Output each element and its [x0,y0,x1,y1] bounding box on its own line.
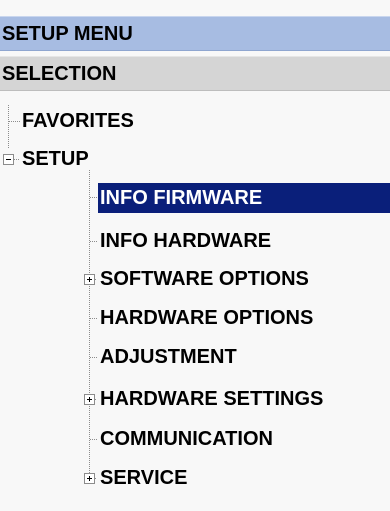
tree-item-software-options[interactable]: SOFTWARE OPTIONS [98,264,314,294]
plus-box-icon[interactable] [84,473,95,484]
minus-box-icon[interactable] [3,154,14,165]
setup-menu-panel: SETUP MENU SELECTION FAVORITES SETUP INF… [0,0,390,511]
tree-item-setup[interactable]: SETUP [20,144,94,174]
setup-menu-title: SETUP MENU [0,16,390,51]
tree-item-adjustment[interactable]: ADJUSTMENT [98,342,242,372]
tree-item-info-hardware[interactable]: INFO HARDWARE [98,226,276,256]
tree-item-communication[interactable]: COMMUNICATION [98,424,278,454]
tree-item-info-firmware[interactable]: INFO FIRMWARE [98,183,390,213]
selection-header: SELECTION [0,56,390,91]
tree-item-hardware-settings[interactable]: HARDWARE SETTINGS [98,384,328,414]
plus-box-icon[interactable] [84,394,95,405]
plus-box-icon[interactable] [84,274,95,285]
tree-item-favorites[interactable]: FAVORITES [20,106,139,136]
tree-item-hardware-options[interactable]: HARDWARE OPTIONS [98,303,318,333]
tree-item-service[interactable]: SERVICE [98,463,192,493]
